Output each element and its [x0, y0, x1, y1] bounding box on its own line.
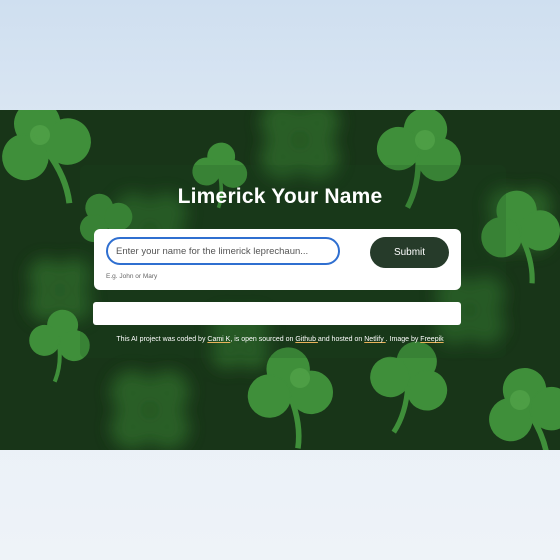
- footer-text: This AI project was coded by: [116, 336, 208, 343]
- limerick-output: [93, 302, 461, 325]
- submit-button[interactable]: Submit: [370, 237, 449, 268]
- footer-text: and hosted on: [317, 336, 365, 343]
- name-input[interactable]: [106, 237, 340, 265]
- page-title: Limerick Your Name: [177, 185, 383, 208]
- footer-text: . Image by: [385, 336, 421, 343]
- freepik-link[interactable]: Freepik: [420, 336, 443, 343]
- app-window: Limerick Your Name E.g. John or Mary Sub…: [0, 110, 560, 450]
- input-hint: E.g. John or Mary: [106, 273, 158, 280]
- name-form: E.g. John or Mary Submit: [94, 229, 461, 290]
- author-link[interactable]: Cami K: [207, 336, 230, 343]
- footer-text: , is open sourced on: [230, 336, 296, 343]
- footer-credits: This AI project was coded by Cami K, is …: [0, 336, 560, 343]
- netlify-link[interactable]: Netlify: [364, 336, 385, 343]
- github-link[interactable]: Github: [295, 336, 318, 343]
